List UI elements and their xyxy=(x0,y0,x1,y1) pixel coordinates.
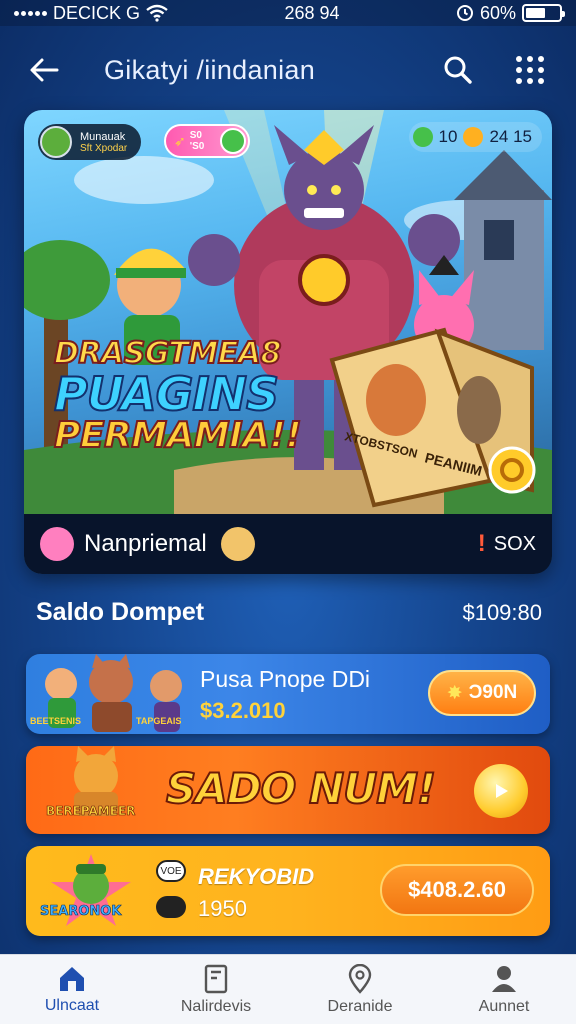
home-icon xyxy=(60,966,84,991)
player-sub: Sft Xpodar xyxy=(80,142,128,154)
app-bar: Gikatyi /iindanian xyxy=(0,40,576,100)
nav-item-profile[interactable]: Aunnet xyxy=(434,964,574,1016)
stat-b: 24 15 xyxy=(489,127,532,146)
reward-claim-icon xyxy=(220,128,246,154)
grid-menu-icon xyxy=(516,56,544,84)
search-button[interactable] xyxy=(436,48,480,92)
coin-icon xyxy=(463,127,484,147)
card3-title: REKYOBID xyxy=(198,864,315,889)
nav-item-home[interactable]: Ulncaat xyxy=(2,965,142,1015)
hero-banner[interactable]: XTOBSTSON PEANIIM Munauak Sft Xpodar ➶ S… xyxy=(24,110,552,574)
play-icon xyxy=(496,784,508,798)
card2-logo: BEREPAMEER xyxy=(46,804,136,819)
player-info: Munauak Sft Xpodar xyxy=(80,131,127,154)
card1-illustration: BEETSENIS TAPGEAIS xyxy=(30,654,182,732)
banner-footer-right: ! SOX xyxy=(478,530,536,558)
card3-icon-text: VOE xyxy=(160,865,182,877)
card3-illustration xyxy=(51,854,131,926)
back-button[interactable] xyxy=(24,50,64,90)
battery-fill xyxy=(525,8,546,18)
card1-action-label: Ͻ90N xyxy=(468,682,518,703)
card3-subtitle: 1950 xyxy=(198,896,247,921)
player-avatar xyxy=(40,126,72,158)
location-pin-icon xyxy=(348,963,372,994)
wifi-icon xyxy=(146,4,168,22)
wallet-title: Saldo Dompet xyxy=(36,598,205,626)
wallet-header: Saldo Dompet $109:80 xyxy=(36,598,542,627)
tablet-icon xyxy=(204,964,228,993)
carrier-label: DECICK G xyxy=(53,2,141,23)
promo-card-2[interactable]: BEREPAMEER SADO NUM! xyxy=(26,746,550,834)
reward-chip-text: S0 'S0 xyxy=(190,130,205,152)
pill-badge-icon xyxy=(156,896,186,918)
nav-item-tablet[interactable]: Nalirdevis xyxy=(146,964,286,1016)
battery-icon xyxy=(521,4,565,22)
card3-action-label: $408.2.60 xyxy=(408,877,506,902)
reward-chip-bottom: 'S0 xyxy=(189,141,205,152)
flame-icon: ➶ xyxy=(174,132,186,149)
card3-action-button[interactable]: $408.2.60 xyxy=(380,864,534,916)
eye-badge-icon: VOE xyxy=(156,860,186,882)
banner-footer-label: Nanpriemal xyxy=(84,530,207,557)
wallet-amount: $109:80 xyxy=(462,599,542,625)
promo-card-1[interactable]: BEETSENIS TAPGEAIS Pusa Pnope DDi $3.2.0… xyxy=(26,654,550,734)
stats-chip: 10 24 15 xyxy=(408,122,542,152)
banner-title-line1: DRASGTMEA8 xyxy=(53,335,282,372)
player-name: Munauak xyxy=(80,130,126,143)
nav-label-location: Deranide xyxy=(327,997,393,1015)
alert-icon: ! xyxy=(477,530,486,557)
banner-title-line3: PERMAMIA!! xyxy=(53,415,303,456)
banner-title: DRASGTMEA8 PUAGINS PERMAMIA!! xyxy=(53,335,314,456)
nav-item-location[interactable]: Deranide xyxy=(290,963,430,1016)
bottom-nav: Ulncaat Nalirdevis Deranide Aunnet xyxy=(0,954,576,1024)
status-left: DECICK G xyxy=(14,3,168,24)
nav-label-home: Ulncaat xyxy=(44,996,100,1014)
status-right: 60% xyxy=(456,2,565,24)
alarm-icon xyxy=(456,5,473,21)
page-title: Gikatyi /iindanian xyxy=(104,54,316,85)
player-chip[interactable]: Munauak Sft Xpodar xyxy=(38,124,142,160)
status-bar: DECICK G 268 94 60% xyxy=(0,0,576,26)
banner-footer: Nanpriemal ! SOX xyxy=(24,514,552,574)
banner-footer-value: SOX xyxy=(493,532,536,555)
card1-amount: $3.2.010 xyxy=(200,698,286,723)
stat-a: 10 xyxy=(438,127,458,146)
card1-art-label-right: TAPGEAIS xyxy=(136,716,181,726)
battery-percent: 60% xyxy=(479,2,516,23)
banner-title-line2: PUAGINS xyxy=(53,367,280,421)
reward-chip[interactable]: ➶ S0 'S0 xyxy=(164,124,250,158)
card3-logo: SEARONOK xyxy=(40,904,122,920)
card1-title: Pusa Pnope DDi xyxy=(200,666,371,692)
check-icon xyxy=(412,127,433,147)
reward-chip-top: S0 xyxy=(189,130,202,141)
nav-label-profile: Aunnet xyxy=(478,997,530,1015)
card2-title: SADO NUM! xyxy=(165,763,437,814)
clock: 268 94 xyxy=(284,2,340,23)
character-avatar-icon xyxy=(220,527,255,561)
user-icon xyxy=(492,965,516,992)
promo-card-3[interactable]: SEARONOK VOE REKYOBID 1950 $408.2.60 xyxy=(26,846,550,936)
search-icon xyxy=(444,56,472,84)
back-arrow-icon xyxy=(30,58,59,82)
menu-button[interactable] xyxy=(508,48,552,92)
cat-avatar-icon xyxy=(40,527,74,561)
nav-label-tablet: Nalirdevis xyxy=(180,997,252,1015)
card2-play-button[interactable] xyxy=(474,764,528,818)
card1-art-label-left: BEETSENIS xyxy=(30,716,81,726)
card1-action-button[interactable]: ✸ Ͻ90N xyxy=(428,670,536,716)
signal-icon xyxy=(14,10,47,16)
card2-illustration xyxy=(74,746,118,816)
burst-icon: ✸ xyxy=(446,682,463,704)
